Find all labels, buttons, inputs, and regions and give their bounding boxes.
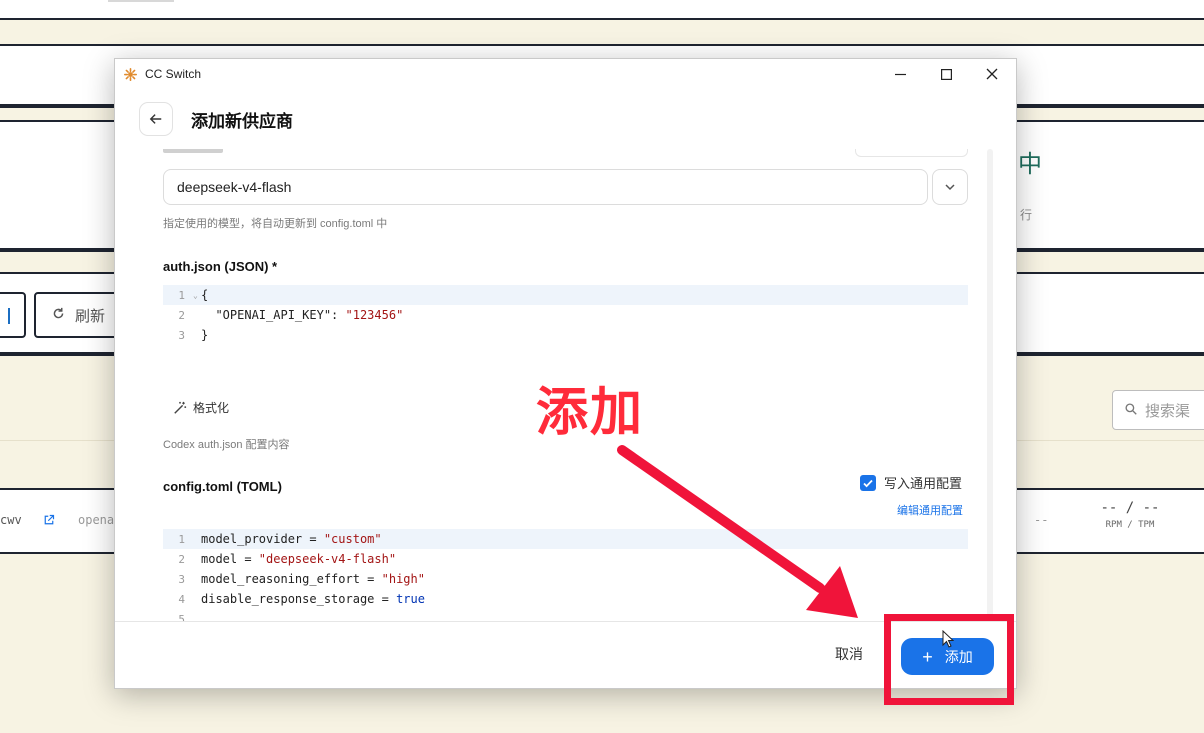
minimize-icon <box>894 73 906 75</box>
line-number: 3 <box>178 572 185 586</box>
edit-common-config-link[interactable]: 编辑通用配置 <box>897 502 963 518</box>
search-icon <box>1125 402 1137 419</box>
external-link-icon[interactable] <box>43 513 55 531</box>
annotation-text: 添加 <box>536 383 645 443</box>
bg-row-dashes: -- <box>1034 513 1049 527</box>
cut-off-label <box>163 149 223 153</box>
auth-json-label: auth.json (JSON) * <box>163 259 278 274</box>
maximize-icon <box>940 68 952 80</box>
bg-side-small: 行 <box>1020 208 1033 222</box>
line-number: 4 <box>178 592 185 606</box>
code-token: model = <box>201 552 259 566</box>
code-line[interactable]: 5 <box>163 609 968 622</box>
maximize-button[interactable] <box>923 59 969 89</box>
line-number: 2 <box>178 308 185 322</box>
write-common-config[interactable]: 写入通用配置 <box>860 473 962 492</box>
annotation-highlight-box <box>884 614 1014 705</box>
line-number: 3 <box>178 328 185 342</box>
content-scrollbar[interactable] <box>987 149 993 621</box>
model-input-value: deepseek-v4-flash <box>177 179 292 195</box>
bg-search-placeholder: 搜索渠 <box>1145 402 1191 420</box>
magic-wand-icon <box>174 401 187 414</box>
config-toml-label: config.toml (TOML) <box>163 479 282 494</box>
bg-top-bar <box>0 0 1204 20</box>
write-common-checkbox[interactable] <box>860 474 876 491</box>
format-button[interactable]: 格式化 <box>173 399 229 416</box>
config-toml-editor[interactable]: 1 model_provider = "custom" 2 model = "deep… <box>163 529 968 621</box>
cut-off-control[interactable] <box>855 149 968 157</box>
code-token: true <box>396 592 425 606</box>
window-title: CC Switch <box>145 67 202 81</box>
code-token: "deepseek-v4-flash" <box>258 552 397 566</box>
code-line[interactable]: 1 ⌄{ <box>163 285 968 305</box>
line-number: 2 <box>178 552 185 566</box>
cancel-button[interactable]: 取消 <box>835 644 863 664</box>
model-hint: 指定使用的模型，将自动更新到 config.toml 中 <box>163 218 388 230</box>
code-line[interactable]: 3 model_reasoning_effort = "high" <box>163 569 968 589</box>
format-label: 格式化 <box>193 401 230 415</box>
bg-refresh-label: 刷新 <box>75 307 106 325</box>
line-number: 5 <box>178 612 185 622</box>
code-token: { <box>201 288 209 302</box>
code-token: "high" <box>381 572 425 586</box>
chevron-down-icon <box>945 184 955 191</box>
code-token: "123456" <box>345 308 404 322</box>
bg-rpm-value: -- / -- <box>1100 500 1160 516</box>
code-token: disable_response_storage = <box>201 592 397 606</box>
mouse-cursor-icon <box>942 630 954 648</box>
code-line[interactable]: 1 model_provider = "custom" <box>163 529 968 549</box>
model-input[interactable]: deepseek-v4-flash <box>163 169 928 205</box>
close-button[interactable] <box>969 59 1015 89</box>
model-dropdown-button[interactable] <box>932 169 968 205</box>
page-title: 添加新供应商 <box>191 111 293 131</box>
dialog-header: 添加新供应商 <box>115 89 1016 149</box>
dialog-footer: 取消 + 添加 <box>115 621 1016 688</box>
auth-hint: Codex auth.json 配置内容 <box>163 439 290 451</box>
code-line[interactable]: 2 model = "deepseek-v4-flash" <box>163 549 968 569</box>
code-token: "custom" <box>323 532 382 546</box>
line-number: 1 <box>178 288 185 302</box>
code-token: "OPENAI_API_KEY": <box>201 308 346 322</box>
bg-rpm-label: RPM / TPM <box>1105 520 1155 530</box>
code-line[interactable]: 4 disable_response_storage = true <box>163 589 968 609</box>
code-token: model_reasoning_effort = <box>201 572 382 586</box>
arrow-left-icon <box>149 114 162 124</box>
line-number: 1 <box>178 532 185 546</box>
close-icon <box>986 68 998 80</box>
bg-row-text: cwv <box>0 513 22 527</box>
bg-side-char: 中 <box>1018 151 1042 178</box>
bg-left-button[interactable] <box>0 292 26 338</box>
code-line[interactable]: 2 "OPENAI_API_KEY": "123456" <box>163 305 968 325</box>
code-token: model_provider = <box>201 532 324 546</box>
refresh-icon <box>52 307 65 324</box>
bg-row-text-2: opena <box>78 513 115 527</box>
bg-search-box[interactable]: 搜索渠 <box>1112 390 1204 430</box>
code-line[interactable]: 3} <box>163 325 968 345</box>
cc-switch-logo-icon <box>124 67 137 81</box>
write-common-label: 写入通用配置 <box>884 476 963 491</box>
minimize-button[interactable] <box>877 59 923 89</box>
checkbox-check-icon <box>863 479 873 487</box>
back-button[interactable] <box>139 102 173 136</box>
fold-marker: ⌄ <box>193 290 198 300</box>
code-token: } <box>201 328 209 342</box>
auth-json-editor[interactable]: 1 ⌄{2 "OPENAI_API_KEY": "123456" 3} <box>163 285 968 345</box>
bg-tab <box>108 0 174 2</box>
bg-rpm-stat: -- / -- RPM / TPM <box>1100 500 1160 530</box>
